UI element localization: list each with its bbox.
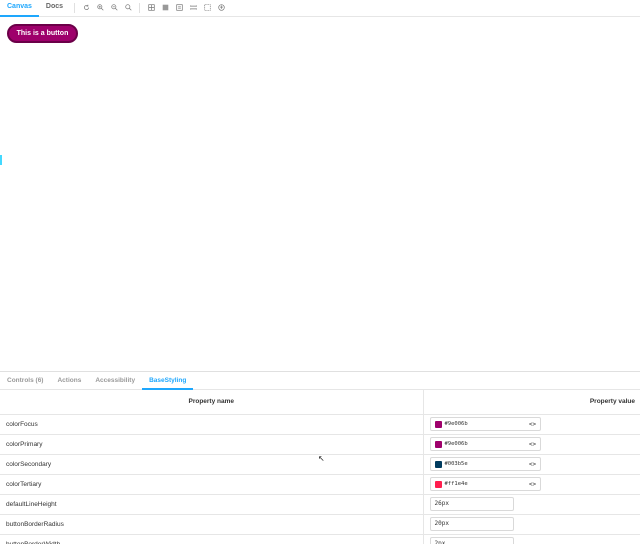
color-value: #003b5e (444, 461, 468, 467)
property-name: colorSecondary (0, 454, 424, 475)
background-icon[interactable] (158, 0, 172, 16)
code-icon[interactable]: <> (528, 441, 538, 448)
outline-icon[interactable] (200, 0, 214, 16)
text-field[interactable]: 26px (429, 497, 514, 511)
property-name: colorTertiary (0, 474, 424, 495)
table-row: buttonBorderWidth 2px (0, 534, 640, 544)
color-swatch[interactable] (434, 460, 442, 468)
text-field[interactable]: 2px (429, 537, 514, 544)
zoom-in-icon[interactable] (93, 0, 107, 16)
color-field[interactable]: #ff1e4e <> (429, 477, 541, 491)
property-name: colorPrimary (0, 434, 424, 455)
color-value: #9e006b (444, 441, 468, 447)
toolbar-divider (139, 3, 141, 13)
tab-accessibility[interactable]: Accessibility (88, 372, 142, 389)
tab-actions[interactable]: Actions (50, 372, 88, 389)
color-swatch[interactable] (434, 440, 442, 448)
header-property-name: Property name (0, 390, 424, 415)
demo-button[interactable]: This is a button (7, 24, 78, 43)
measure-icon[interactable] (186, 0, 200, 16)
color-field[interactable]: #003b5e <> (429, 457, 541, 471)
tab-controls[interactable]: Controls (6) (0, 372, 50, 389)
tab-docs[interactable]: Docs (39, 0, 70, 16)
property-value-cell: 2px (423, 534, 640, 544)
property-value-cell: #9e006b <> (423, 434, 640, 455)
reset-zoom-icon[interactable] (121, 0, 135, 16)
addons-tab-bar: Controls (6) Actions Accessibility BaseS… (0, 372, 640, 390)
property-name: buttonBorderWidth (0, 534, 424, 544)
property-value-cell: #ff1e4e <> (423, 474, 640, 495)
reload-icon[interactable] (79, 0, 93, 16)
tab-canvas[interactable]: Canvas (0, 0, 39, 17)
zoom-out-icon[interactable] (107, 0, 121, 16)
color-value: #ff1e4e (444, 481, 468, 487)
accessibility-icon[interactable] (214, 0, 228, 16)
color-field[interactable]: #9e006b <> (429, 417, 541, 431)
table-row: buttonBorderRadius 20px (0, 514, 640, 535)
property-value-cell: #9e006b <> (423, 414, 640, 435)
table-row: colorTertiary #ff1e4e <> (0, 474, 640, 495)
table-header-row: Property name Property value (0, 390, 640, 415)
color-value: #9e006b (444, 421, 468, 427)
header-property-value: Property value (423, 390, 640, 415)
grid-icon[interactable] (144, 0, 158, 16)
table-row: colorFocus #9e006b <> (0, 414, 640, 435)
code-icon[interactable]: <> (528, 461, 538, 468)
tab-basestyling[interactable]: BaseStyling (142, 372, 194, 390)
color-swatch[interactable] (434, 420, 442, 428)
code-icon[interactable]: <> (528, 481, 538, 488)
table-row: defaultLineHeight 26px (0, 494, 640, 515)
property-name: buttonBorderRadius (0, 514, 424, 535)
properties-table: Property name Property value colorFocus … (0, 390, 640, 544)
property-name: defaultLineHeight (0, 494, 424, 515)
property-value-cell: #003b5e <> (423, 454, 640, 475)
canvas-resize-handle[interactable] (0, 155, 2, 165)
property-value-cell: 26px (423, 494, 640, 515)
text-field[interactable]: 20px (429, 517, 514, 531)
preview-canvas: This is a button (0, 17, 640, 371)
color-swatch[interactable] (434, 480, 442, 488)
code-icon[interactable]: <> (528, 421, 538, 428)
table-row: colorPrimary #9e006b <> (0, 434, 640, 455)
property-value-cell: 20px (423, 514, 640, 535)
mouse-cursor-icon: ↖ (318, 454, 325, 463)
toolbar-divider (74, 3, 76, 13)
property-name: colorFocus (0, 414, 424, 435)
color-field[interactable]: #9e006b <> (429, 437, 541, 451)
viewport-icon[interactable] (172, 0, 186, 16)
storybook-toolbar: Canvas Docs (0, 0, 640, 17)
